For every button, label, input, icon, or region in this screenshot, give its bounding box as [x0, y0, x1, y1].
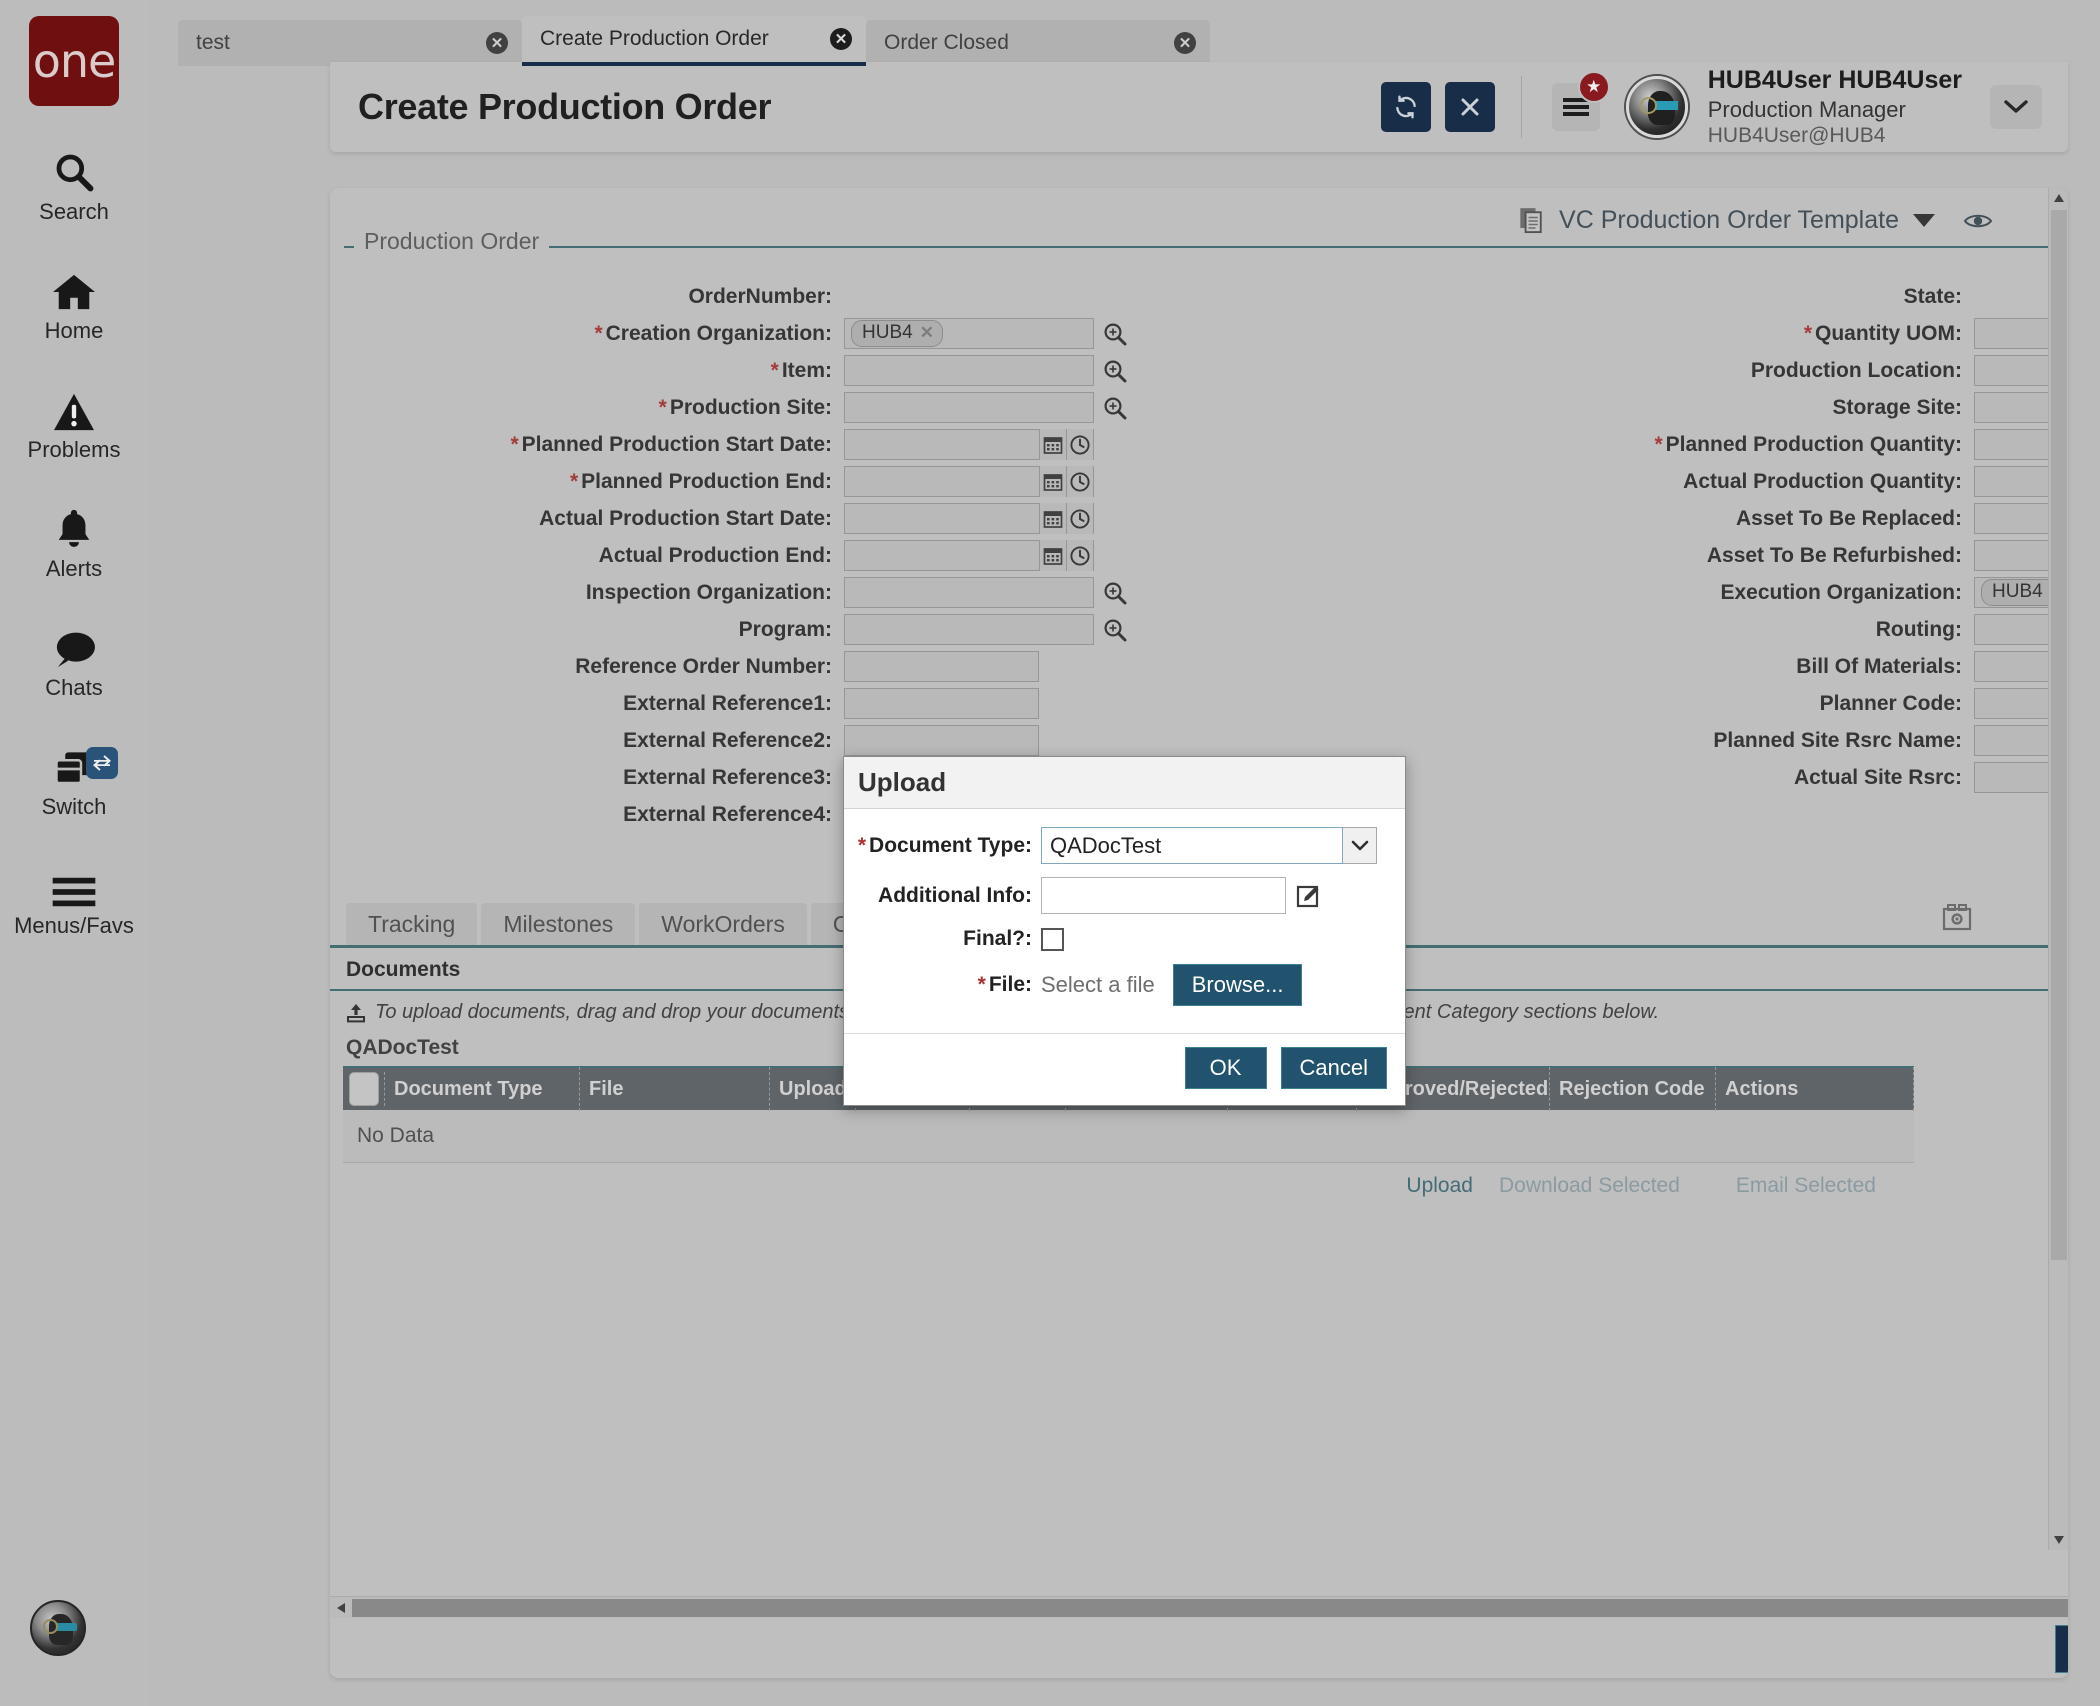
browse-button[interactable]: Browse...	[1173, 964, 1303, 1006]
file-value: Select a file	[1041, 972, 1155, 998]
additional-info-label: Additional Info:	[854, 884, 1041, 908]
final-checkbox[interactable]	[1041, 928, 1064, 951]
chevron-down-icon[interactable]	[1343, 827, 1377, 864]
additional-info-row: Additional Info:	[854, 877, 1389, 914]
required-marker: *	[978, 973, 986, 996]
edit-pencil-icon[interactable]	[1296, 883, 1322, 909]
document-type-input[interactable]: QADocTest	[1041, 827, 1343, 864]
document-type-row: *Document Type: QADocTest	[854, 827, 1389, 864]
cancel-button[interactable]: Cancel	[1281, 1047, 1387, 1089]
document-type-label: *Document Type:	[854, 834, 1041, 858]
required-marker: *	[858, 834, 866, 857]
dialog-body: *Document Type: QADocTest Additional Inf…	[844, 809, 1405, 1033]
dialog-footer: OK Cancel	[844, 1033, 1405, 1105]
final-label: Final?:	[854, 927, 1041, 951]
ok-button[interactable]: OK	[1185, 1047, 1267, 1089]
upload-dialog: Upload *Document Type: QADocTest Additio…	[843, 756, 1406, 1106]
dialog-title: Upload	[844, 757, 1405, 809]
additional-info-input[interactable]	[1041, 877, 1286, 914]
final-row: Final?:	[854, 927, 1389, 951]
file-label: *File:	[854, 973, 1041, 997]
file-row: *File: Select a file Browse...	[854, 964, 1389, 1006]
